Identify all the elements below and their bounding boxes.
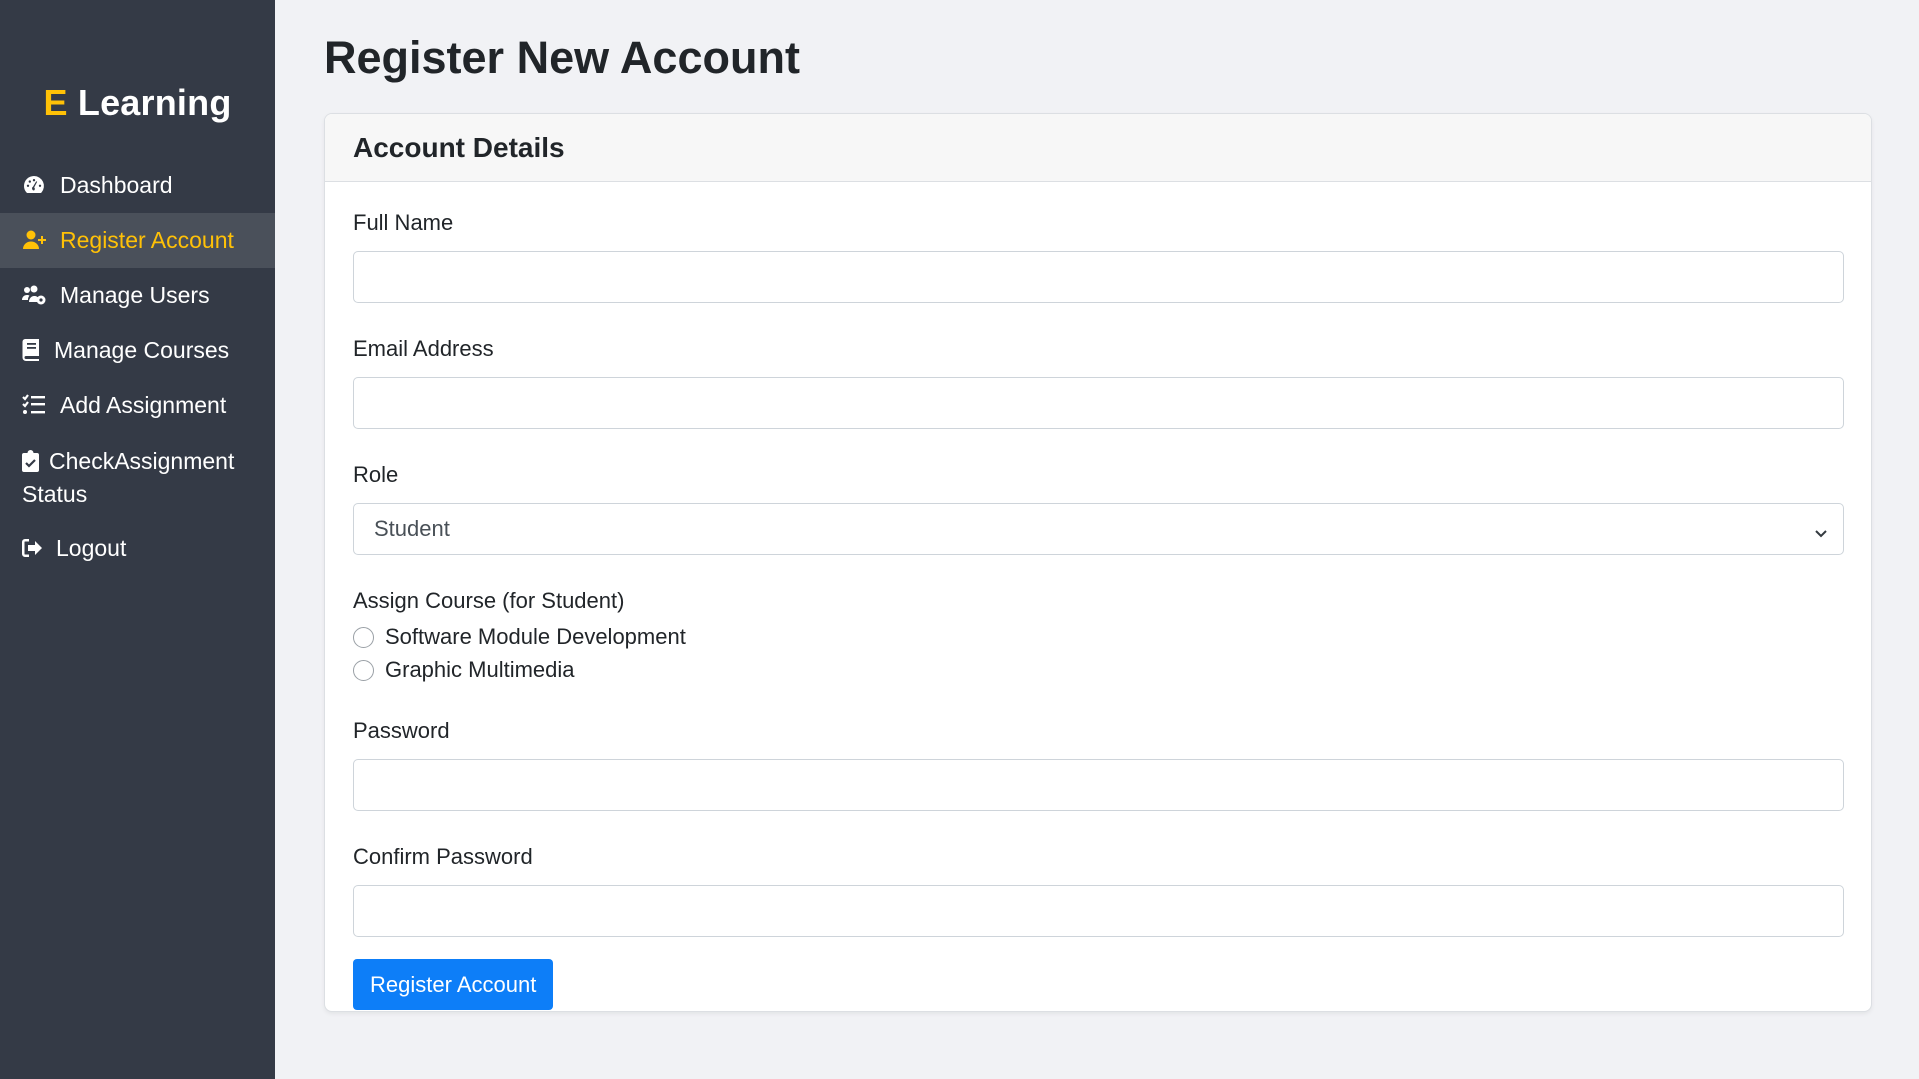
sidebar-item-dashboard[interactable]: Dashboard xyxy=(0,158,275,213)
course-radio[interactable] xyxy=(353,626,374,648)
registration-form: Full Name Email Address Role Student Ass… xyxy=(325,182,1871,1010)
sidebar-item-label: Register Account xyxy=(60,227,234,253)
users-gear-icon xyxy=(22,283,46,307)
sidebar: E Learning Dashboard Register Account Ma… xyxy=(0,0,275,1079)
brand-logo[interactable]: E Learning xyxy=(0,82,275,124)
assign-course-group: Assign Course (for Student) Software Mod… xyxy=(353,588,1843,683)
sidebar-item-register-account[interactable]: Register Account xyxy=(0,213,275,268)
gauge-icon xyxy=(22,173,46,197)
full-name-group: Full Name xyxy=(353,210,1844,303)
sidebar-item-label: Dashboard xyxy=(60,172,173,198)
full-name-label: Full Name xyxy=(353,210,454,235)
email-input[interactable] xyxy=(353,377,1844,429)
sidebar-item-label: Add Assignment xyxy=(60,392,227,418)
sidebar-item-add-assignment[interactable]: Add Assignment xyxy=(0,378,275,433)
confirm-password-input[interactable] xyxy=(353,885,1844,937)
brand-text: Learning xyxy=(77,82,232,123)
course-option[interactable]: Graphic Multimedia xyxy=(353,657,1843,683)
register-account-button[interactable]: Register Account xyxy=(353,959,554,1010)
account-details-card: Account Details Full Name Email Address … xyxy=(324,113,1872,1012)
sidebar-item-manage-users[interactable]: Manage Users xyxy=(0,268,275,323)
password-input[interactable] xyxy=(353,759,1844,811)
sidebar-item-label: Logout xyxy=(56,535,127,561)
full-name-input[interactable] xyxy=(353,251,1844,303)
sidebar-item-label: CheckAssignment Status xyxy=(22,448,235,507)
course-option[interactable]: Software Module Development xyxy=(353,624,1843,650)
list-check-icon xyxy=(22,393,46,417)
sidebar-item-check-assignment-status[interactable]: CheckAssignment Status xyxy=(0,433,275,521)
sidebar-item-label-wrap: CheckAssignment Status xyxy=(22,444,253,511)
main-content: Register New Account Account Details Ful… xyxy=(275,0,1919,1079)
role-group: Role Student xyxy=(353,462,1844,555)
confirm-password-label: Confirm Password xyxy=(353,844,533,869)
sidebar-item-label: Manage Users xyxy=(60,282,210,308)
course-option-label: Graphic Multimedia xyxy=(385,657,575,682)
password-group: Password xyxy=(353,718,1844,811)
page-title: Register New Account xyxy=(324,32,800,83)
assign-course-label: Assign Course (for Student) xyxy=(353,588,625,613)
logout-icon xyxy=(22,536,42,560)
password-label: Password xyxy=(353,718,450,743)
book-icon xyxy=(22,338,40,362)
sidebar-nav: Dashboard Register Account Manage Users … xyxy=(0,158,275,576)
sidebar-item-manage-courses[interactable]: Manage Courses xyxy=(0,323,275,378)
confirm-password-group: Confirm Password xyxy=(353,844,1844,937)
chevron-down-icon xyxy=(1813,521,1829,538)
card-header: Account Details xyxy=(325,114,1871,182)
sidebar-item-logout[interactable]: Logout xyxy=(0,521,275,576)
email-label: Email Address xyxy=(353,336,494,361)
course-option-label: Software Module Development xyxy=(385,624,686,649)
clipboard-check-icon xyxy=(22,448,39,472)
role-label: Role xyxy=(353,462,399,487)
sidebar-item-label: Manage Courses xyxy=(54,337,230,363)
brand-accent: E xyxy=(43,82,68,123)
course-radio[interactable] xyxy=(353,659,374,681)
role-select[interactable]: Student xyxy=(353,503,1844,555)
user-plus-icon xyxy=(22,228,46,252)
role-selected-value: Student xyxy=(374,516,450,541)
email-group: Email Address xyxy=(353,336,1844,429)
